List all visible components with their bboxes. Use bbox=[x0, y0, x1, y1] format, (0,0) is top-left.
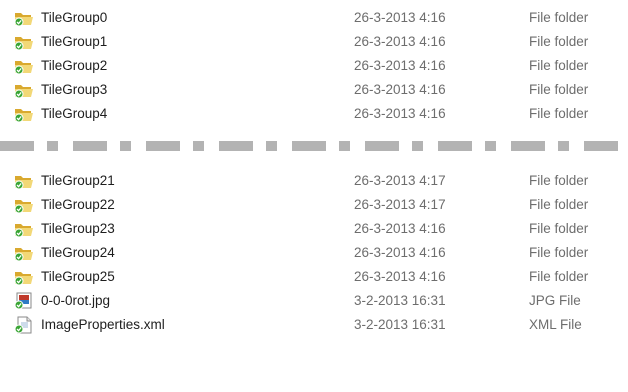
omitted-rows-separator bbox=[0, 126, 628, 169]
folder-icon bbox=[14, 196, 34, 214]
folder-icon bbox=[14, 244, 34, 262]
folder-icon bbox=[14, 33, 34, 51]
file-date-modified: 3-2-2013 16:31 bbox=[354, 317, 446, 332]
file-row-tilegroup22[interactable]: TileGroup22 26-3-2013 4:17 File folder bbox=[0, 193, 628, 217]
file-type: File folder bbox=[529, 197, 589, 212]
xml-file-icon bbox=[14, 316, 34, 334]
dashed-separator-line bbox=[0, 141, 628, 151]
file-name: 0-0-0rot.jpg bbox=[41, 293, 111, 308]
file-name: ImageProperties.xml bbox=[41, 317, 165, 332]
file-date-modified: 26-3-2013 4:16 bbox=[354, 269, 446, 284]
file-row-tilegroup3[interactable]: TileGroup3 26-3-2013 4:16 File folder bbox=[0, 78, 628, 102]
file-name: TileGroup1 bbox=[41, 34, 108, 49]
file-date-modified: 26-3-2013 4:16 bbox=[354, 106, 446, 121]
file-date-modified: 26-3-2013 4:16 bbox=[354, 245, 446, 260]
file-type: File folder bbox=[529, 221, 589, 236]
file-row-tilegroup25[interactable]: TileGroup25 26-3-2013 4:16 File folder bbox=[0, 265, 628, 289]
file-row-tilegroup23[interactable]: TileGroup23 26-3-2013 4:16 File folder bbox=[0, 217, 628, 241]
file-type: File folder bbox=[529, 269, 589, 284]
file-date-modified: 26-3-2013 4:16 bbox=[354, 10, 446, 25]
file-row-tilegroup24[interactable]: TileGroup24 26-3-2013 4:16 File folder bbox=[0, 241, 628, 265]
file-type: File folder bbox=[529, 173, 589, 188]
file-row-tilegroup21[interactable]: TileGroup21 26-3-2013 4:17 File folder bbox=[0, 169, 628, 193]
folder-icon bbox=[14, 57, 34, 75]
file-date-modified: 26-3-2013 4:16 bbox=[354, 221, 446, 236]
folder-icon bbox=[14, 81, 34, 99]
folder-icon bbox=[14, 105, 34, 123]
folder-icon bbox=[14, 268, 34, 286]
file-row-tilegroup4[interactable]: TileGroup4 26-3-2013 4:16 File folder bbox=[0, 102, 628, 126]
file-name: TileGroup4 bbox=[41, 106, 108, 121]
file-type: File folder bbox=[529, 34, 589, 49]
jpg-file-icon bbox=[14, 292, 34, 310]
file-date-modified: 3-2-2013 16:31 bbox=[354, 293, 446, 308]
folder-icon bbox=[14, 9, 34, 27]
file-date-modified: 26-3-2013 4:17 bbox=[354, 197, 446, 212]
file-type: File folder bbox=[529, 106, 589, 121]
file-row-tilegroup1[interactable]: TileGroup1 26-3-2013 4:16 File folder bbox=[0, 30, 628, 54]
file-date-modified: 26-3-2013 4:16 bbox=[354, 58, 446, 73]
file-type: File folder bbox=[529, 58, 589, 73]
file-name: TileGroup25 bbox=[41, 269, 115, 284]
file-name: TileGroup22 bbox=[41, 197, 115, 212]
file-type: File folder bbox=[529, 10, 589, 25]
file-list: TileGroup0 26-3-2013 4:16 File folder Ti… bbox=[0, 6, 628, 337]
file-name: TileGroup2 bbox=[41, 58, 108, 73]
file-name: TileGroup24 bbox=[41, 245, 115, 260]
file-row-tilegroup0[interactable]: TileGroup0 26-3-2013 4:16 File folder bbox=[0, 6, 628, 30]
file-type: File folder bbox=[529, 245, 589, 260]
file-name: TileGroup21 bbox=[41, 173, 115, 188]
file-type: JPG File bbox=[529, 293, 581, 308]
file-type: File folder bbox=[529, 82, 589, 97]
file-name: TileGroup23 bbox=[41, 221, 115, 236]
file-date-modified: 26-3-2013 4:17 bbox=[354, 173, 446, 188]
file-name: TileGroup0 bbox=[41, 10, 108, 25]
file-type: XML File bbox=[529, 317, 582, 332]
file-name: TileGroup3 bbox=[41, 82, 108, 97]
file-row-jpg[interactable]: 0-0-0rot.jpg 3-2-2013 16:31 JPG File bbox=[0, 289, 628, 313]
folder-icon bbox=[14, 220, 34, 238]
file-date-modified: 26-3-2013 4:16 bbox=[354, 82, 446, 97]
file-row-tilegroup2[interactable]: TileGroup2 26-3-2013 4:16 File folder bbox=[0, 54, 628, 78]
file-date-modified: 26-3-2013 4:16 bbox=[354, 34, 446, 49]
folder-icon bbox=[14, 172, 34, 190]
file-row-xml[interactable]: ImageProperties.xml 3-2-2013 16:31 XML F… bbox=[0, 313, 628, 337]
